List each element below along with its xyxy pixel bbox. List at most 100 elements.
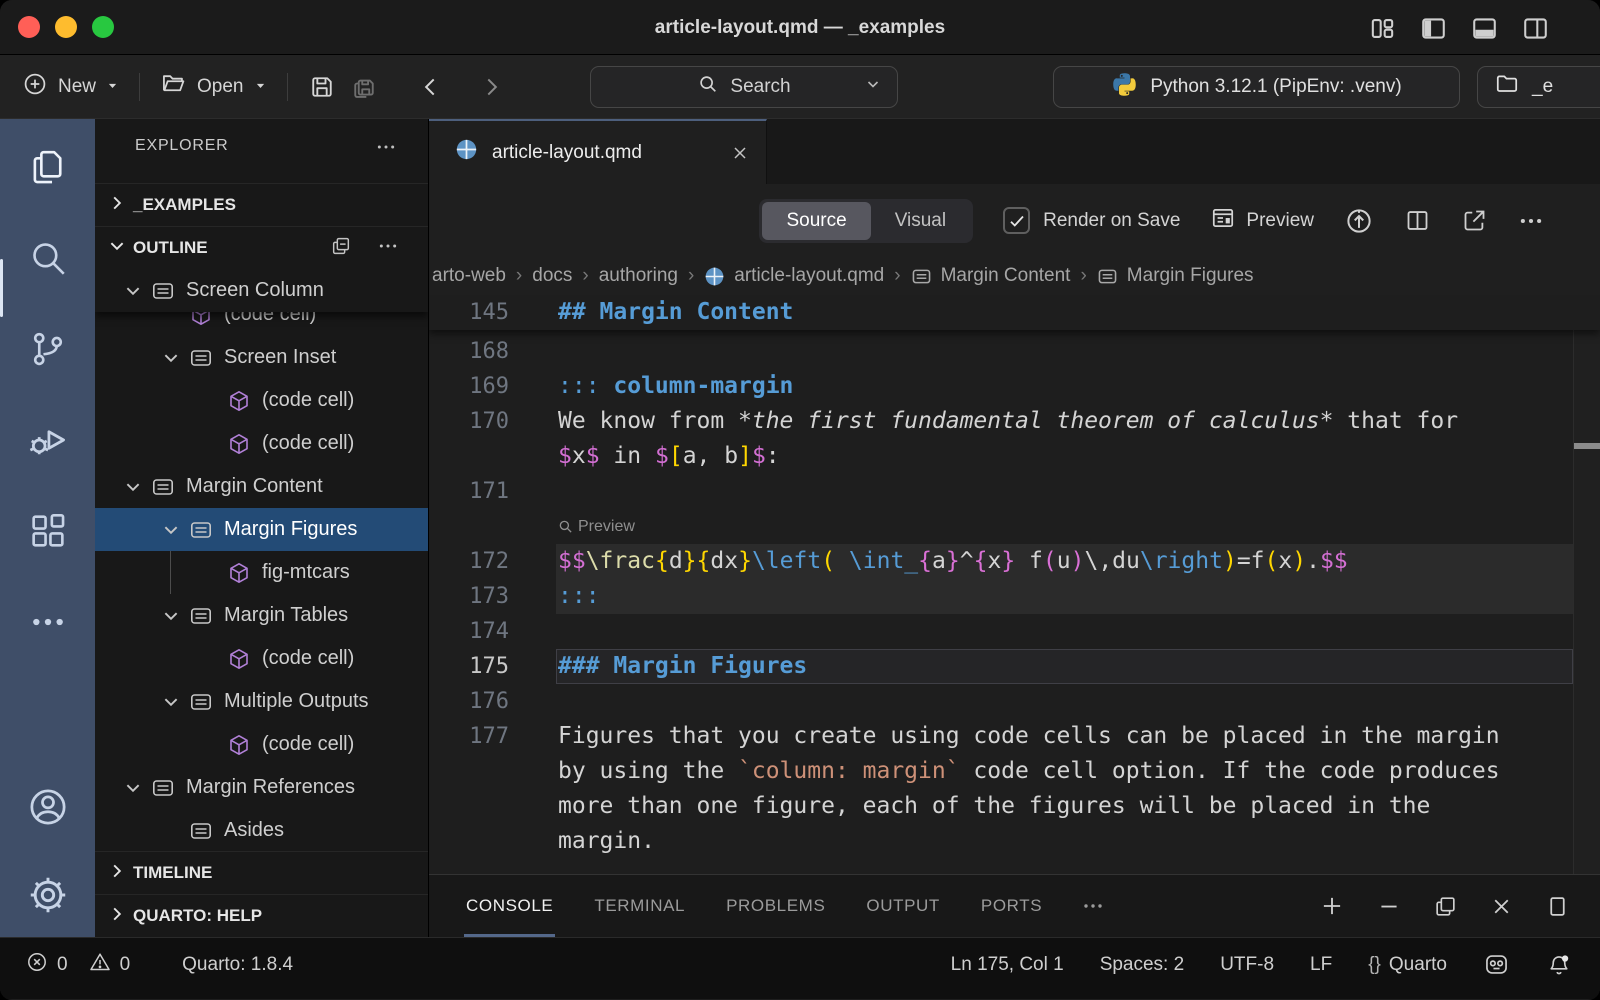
- panel-restore-icon[interactable]: [1433, 894, 1458, 919]
- source-mode-button[interactable]: Source: [762, 202, 870, 240]
- preview-button[interactable]: Preview: [1210, 205, 1314, 237]
- breadcrumb-item-arto-web[interactable]: arto-web: [432, 265, 506, 287]
- outline-item-code-cell[interactable]: (code cell): [95, 312, 428, 336]
- panel-tab-ports[interactable]: PORTS: [979, 875, 1044, 937]
- sidebar: EXPLORER _EXAMPLES OUTLINE Screen Column…: [95, 119, 429, 937]
- indentation-status[interactable]: Spaces: 2: [1100, 954, 1185, 976]
- settings-gear-icon[interactable]: [26, 873, 70, 917]
- outline-item-margin-content[interactable]: Margin Content: [95, 465, 428, 508]
- sticky-scroll-line[interactable]: 145## Margin Content: [429, 295, 1600, 330]
- more-views-icon[interactable]: [26, 600, 70, 644]
- breadcrumb-item-authoring[interactable]: authoring: [599, 265, 678, 287]
- search-icon: [697, 73, 719, 101]
- explorer-icon[interactable]: [26, 145, 70, 189]
- navigate-back-button[interactable]: [418, 74, 444, 100]
- save-button[interactable]: [308, 73, 336, 101]
- outline-item-code-cell[interactable]: (code cell): [95, 637, 428, 680]
- code-line[interactable]: margin.: [429, 824, 1600, 859]
- breadcrumb-item-docs[interactable]: docs: [532, 265, 572, 287]
- code-line[interactable]: 174: [429, 614, 1600, 649]
- code-line[interactable]: 169::: column-margin: [429, 369, 1600, 404]
- outline-item-label: Margin Figures: [224, 518, 357, 541]
- code-line[interactable]: $x$ in $[a, b]$:: [429, 439, 1600, 474]
- collapse-all-icon[interactable]: [330, 235, 352, 262]
- outline-item-multiple-outputs[interactable]: Multiple Outputs: [95, 680, 428, 723]
- code-line[interactable]: 170We know from *the first fundamental t…: [429, 404, 1600, 439]
- feedback-smiley-icon[interactable]: [1483, 951, 1510, 978]
- interpreter-selector[interactable]: Python 3.12.1 (PipEnv: .venv): [1053, 66, 1460, 108]
- breadcrumb-item-article-layout-qmd[interactable]: article-layout.qmd: [704, 265, 884, 287]
- workspace-selector[interactable]: _e: [1477, 66, 1600, 108]
- outline-item-screen-inset[interactable]: Screen Inset: [95, 336, 428, 379]
- preview-code-lens[interactable]: Preview: [429, 509, 1600, 544]
- outline-item-fig-mtcars[interactable]: fig-mtcars: [95, 551, 428, 594]
- save-all-button[interactable]: [350, 73, 378, 101]
- panel-minimize-icon[interactable]: [1376, 893, 1402, 919]
- code-editor[interactable]: 145## Margin Content168169::: column-mar…: [429, 295, 1600, 874]
- outline-item-code-cell[interactable]: (code cell): [95, 422, 428, 465]
- panel-tab-terminal[interactable]: TERMINAL: [592, 875, 687, 937]
- new-button[interactable]: New: [22, 71, 119, 103]
- eol-status[interactable]: LF: [1310, 954, 1332, 976]
- breadcrumb-item-margin-figures[interactable]: Margin Figures: [1097, 265, 1254, 287]
- problems-status[interactable]: 0 0: [25, 950, 130, 980]
- code-line[interactable]: 176: [429, 684, 1600, 719]
- panel-layout-icon[interactable]: [1545, 894, 1570, 919]
- panel-add-icon[interactable]: [1319, 893, 1345, 919]
- section-outline[interactable]: OUTLINE: [95, 226, 428, 269]
- customize-layout-icon[interactable]: [1367, 13, 1397, 43]
- quarto-version-status[interactable]: Quarto: 1.8.4: [182, 954, 293, 976]
- extensions-icon[interactable]: [26, 509, 70, 553]
- toggle-bottom-panel-icon[interactable]: [1469, 13, 1499, 43]
- panel-close-icon[interactable]: [1489, 894, 1514, 919]
- outline-item-margin-references[interactable]: Margin References: [95, 766, 428, 809]
- search-view-icon[interactable]: [26, 236, 70, 280]
- more-actions-icon[interactable]: [1518, 208, 1544, 234]
- outline-item-code-cell[interactable]: (code cell): [95, 723, 428, 766]
- code-line[interactable]: 175### Margin Figures: [429, 649, 1600, 684]
- code-line[interactable]: 171: [429, 474, 1600, 509]
- source-control-icon[interactable]: [26, 327, 70, 371]
- language-mode-status[interactable]: {} Quarto: [1368, 954, 1447, 976]
- toggle-left-panel-icon[interactable]: [1418, 13, 1448, 43]
- cursor-position-status[interactable]: Ln 175, Col 1: [951, 954, 1064, 976]
- editor-scrollbar[interactable]: [1573, 299, 1600, 874]
- outline-item-asides[interactable]: Asides: [95, 809, 428, 851]
- outline-more-icon[interactable]: [378, 236, 398, 261]
- panel-more-icon[interactable]: [1081, 894, 1105, 918]
- code-line[interactable]: more than one figure, each of the figure…: [429, 789, 1600, 824]
- navigate-forward-button[interactable]: [478, 74, 504, 100]
- split-editor-icon[interactable]: [1404, 207, 1431, 234]
- section-timeline[interactable]: TIMELINE: [95, 851, 428, 894]
- render-on-save-checkbox[interactable]: [1003, 207, 1030, 234]
- code-line[interactable]: 173:::: [429, 579, 1600, 614]
- code-line[interactable]: 177Figures that you create using code ce…: [429, 719, 1600, 754]
- panel-tab-output[interactable]: OUTPUT: [864, 875, 941, 937]
- breadcrumb-item-margin-content[interactable]: Margin Content: [911, 265, 1071, 287]
- section-examples[interactable]: _EXAMPLES: [95, 183, 428, 226]
- section-quarto-help[interactable]: QUARTO: HELP: [95, 894, 428, 937]
- explorer-more-icon[interactable]: [376, 137, 396, 162]
- toggle-right-panel-icon[interactable]: [1520, 13, 1550, 43]
- code-line[interactable]: 168: [429, 334, 1600, 369]
- account-icon[interactable]: [26, 785, 70, 829]
- publish-icon[interactable]: [1344, 206, 1374, 236]
- open-external-icon[interactable]: [1461, 207, 1488, 234]
- panel-tab-console[interactable]: CONSOLE: [464, 875, 555, 937]
- outline-item-margin-figures[interactable]: Margin Figures: [95, 508, 428, 551]
- chevron-right-icon: [108, 905, 126, 928]
- code-line[interactable]: 172$$\frac{d}{dx}\left( \int_{a}^{x} f(u…: [429, 544, 1600, 579]
- outline-item-screen-column[interactable]: Screen Column: [95, 269, 428, 312]
- open-button[interactable]: Open: [160, 70, 266, 103]
- notifications-bell-icon[interactable]: [1546, 952, 1572, 978]
- panel-tab-problems[interactable]: PROBLEMS: [724, 875, 827, 937]
- visual-mode-button[interactable]: Visual: [871, 202, 970, 240]
- run-debug-icon[interactable]: [26, 418, 70, 462]
- tab-article-layout[interactable]: article-layout.qmd: [429, 119, 767, 184]
- close-tab-icon[interactable]: [730, 143, 750, 163]
- code-line[interactable]: by using the `column: margin` code cell …: [429, 754, 1600, 789]
- encoding-status[interactable]: UTF-8: [1220, 954, 1274, 976]
- outline-item-code-cell[interactable]: (code cell): [95, 379, 428, 422]
- search-box[interactable]: Search: [590, 66, 898, 108]
- outline-item-margin-tables[interactable]: Margin Tables: [95, 594, 428, 637]
